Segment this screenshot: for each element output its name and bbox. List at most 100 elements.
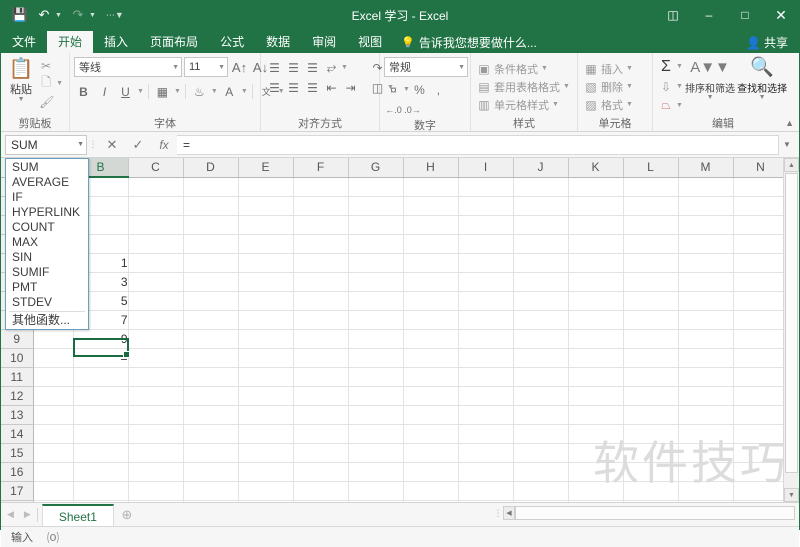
cell-d8[interactable] bbox=[183, 310, 239, 330]
cell-h14[interactable] bbox=[403, 424, 459, 444]
cell-c4[interactable] bbox=[128, 234, 184, 254]
cell-c5[interactable] bbox=[128, 253, 184, 273]
cell-b12[interactable] bbox=[73, 386, 129, 406]
vertical-scrollbar[interactable]: ▲ ▼ bbox=[783, 158, 799, 502]
cell-j16[interactable] bbox=[513, 462, 569, 482]
cell-k6[interactable] bbox=[568, 272, 624, 292]
cell-c8[interactable] bbox=[128, 310, 184, 330]
horizontal-scroll-thumb[interactable] bbox=[515, 506, 795, 520]
cell-l12[interactable] bbox=[623, 386, 679, 406]
confirm-formula-icon[interactable]: ✓ bbox=[125, 135, 151, 155]
cell-c2[interactable] bbox=[128, 196, 184, 216]
cell-m10[interactable] bbox=[678, 348, 734, 368]
copy-button[interactable]: 🗋 ▼ bbox=[37, 75, 65, 92]
row-header-10[interactable]: 10 bbox=[1, 348, 34, 368]
align-center-icon[interactable]: ☰ bbox=[284, 78, 303, 97]
bold-button[interactable]: B bbox=[74, 82, 93, 101]
cell-k16[interactable] bbox=[568, 462, 624, 482]
row-header-12[interactable]: 12 bbox=[1, 386, 34, 406]
orientation-icon[interactable]: ⥂ bbox=[322, 58, 341, 77]
cell-g13[interactable] bbox=[348, 405, 404, 425]
cell-g14[interactable] bbox=[348, 424, 404, 444]
column-header-k[interactable]: K bbox=[568, 158, 624, 178]
name-box-dropdown-item-if[interactable]: IF bbox=[6, 190, 88, 205]
cell-k12[interactable] bbox=[568, 386, 624, 406]
cell-h1[interactable] bbox=[403, 177, 459, 197]
sort-filter-chevron-down-icon[interactable]: ▼ bbox=[707, 94, 714, 101]
increase-font-size-icon[interactable]: A↑ bbox=[230, 58, 249, 77]
cell-n13[interactable] bbox=[733, 405, 789, 425]
cell-k7[interactable] bbox=[568, 291, 624, 311]
cell-e3[interactable] bbox=[238, 215, 294, 235]
cell-k1[interactable] bbox=[568, 177, 624, 197]
cell-l16[interactable] bbox=[623, 462, 679, 482]
cell-i10[interactable] bbox=[458, 348, 514, 368]
paste-chevron-down-icon[interactable]: ▼ bbox=[18, 96, 25, 103]
borders-chevron-down-icon[interactable]: ▼ bbox=[174, 88, 181, 95]
cell-a9[interactable] bbox=[33, 329, 74, 349]
conditional-chevron-down-icon[interactable]: ▼ bbox=[541, 65, 548, 72]
tab-home[interactable]: 开始 bbox=[47, 31, 94, 53]
column-header-d[interactable]: D bbox=[183, 158, 239, 178]
name-box-dropdown-item-sum[interactable]: SUM bbox=[6, 160, 88, 175]
cell-j15[interactable] bbox=[513, 443, 569, 463]
cell-b13[interactable] bbox=[73, 405, 129, 425]
cell-e4[interactable] bbox=[238, 234, 294, 254]
font-color-icon[interactable]: A bbox=[220, 82, 239, 101]
cell-m4[interactable] bbox=[678, 234, 734, 254]
row-header-17[interactable]: 17 bbox=[1, 481, 34, 501]
cell-d4[interactable] bbox=[183, 234, 239, 254]
cell-k5[interactable] bbox=[568, 253, 624, 273]
fill-color-chevron-down-icon[interactable]: ▼ bbox=[211, 88, 218, 95]
cell-a11[interactable] bbox=[33, 367, 74, 387]
cell-h16[interactable] bbox=[403, 462, 459, 482]
cell-m15[interactable] bbox=[678, 443, 734, 463]
align-bottom-icon[interactable]: ☰ bbox=[303, 58, 322, 77]
cell-k4[interactable] bbox=[568, 234, 624, 254]
cell-j1[interactable] bbox=[513, 177, 569, 197]
cell-f9[interactable] bbox=[293, 329, 349, 349]
decrease-indent-icon[interactable]: ⇤ bbox=[322, 78, 341, 97]
cell-j13[interactable] bbox=[513, 405, 569, 425]
italic-button[interactable]: I bbox=[95, 82, 114, 101]
cut-button[interactable]: ✂ bbox=[37, 57, 65, 74]
cell-j11[interactable] bbox=[513, 367, 569, 387]
hscroll-grip[interactable]: ⋮ bbox=[493, 508, 503, 518]
cell-e16[interactable] bbox=[238, 462, 294, 482]
column-header-e[interactable]: E bbox=[238, 158, 294, 178]
cell-d7[interactable] bbox=[183, 291, 239, 311]
currency-chevron-down-icon[interactable]: ▼ bbox=[403, 86, 410, 93]
cell-j7[interactable] bbox=[513, 291, 569, 311]
cell-l6[interactable] bbox=[623, 272, 679, 292]
cell-n16[interactable] bbox=[733, 462, 789, 482]
orientation-chevron-down-icon[interactable]: ▼ bbox=[341, 64, 348, 71]
cell-b10[interactable]: = bbox=[73, 348, 129, 368]
cell-g9[interactable] bbox=[348, 329, 404, 349]
font-family-chevron-down-icon[interactable]: ▼ bbox=[169, 64, 179, 71]
cell-e6[interactable] bbox=[238, 272, 294, 292]
cell-m2[interactable] bbox=[678, 196, 734, 216]
cell-n1[interactable] bbox=[733, 177, 789, 197]
cell-d11[interactable] bbox=[183, 367, 239, 387]
paste-button[interactable]: 📋 粘贴 ▼ bbox=[5, 56, 37, 103]
cell-j2[interactable] bbox=[513, 196, 569, 216]
column-header-l[interactable]: L bbox=[623, 158, 679, 178]
ribbon-display-options-icon[interactable]: ◫ bbox=[655, 1, 691, 29]
cell-f5[interactable] bbox=[293, 253, 349, 273]
conditional-formatting-button[interactable]: ▣ 条件格式 ▼ bbox=[475, 60, 572, 77]
cell-h12[interactable] bbox=[403, 386, 459, 406]
cell-g8[interactable] bbox=[348, 310, 404, 330]
cell-j3[interactable] bbox=[513, 215, 569, 235]
cell-e10[interactable] bbox=[238, 348, 294, 368]
sheet-tab-sheet1[interactable]: Sheet1 bbox=[41, 503, 114, 526]
cell-c14[interactable] bbox=[128, 424, 184, 444]
scroll-down-icon[interactable]: ▼ bbox=[784, 488, 799, 502]
vertical-scroll-thumb[interactable] bbox=[785, 173, 798, 473]
name-box-chevron-down-icon[interactable]: ▼ bbox=[77, 141, 84, 148]
redo-icon[interactable]: ↷ bbox=[67, 5, 89, 25]
cell-f1[interactable] bbox=[293, 177, 349, 197]
cell-e14[interactable] bbox=[238, 424, 294, 444]
redo-chevron-down-icon[interactable]: ▼ bbox=[89, 12, 96, 19]
cell-d5[interactable] bbox=[183, 253, 239, 273]
tab-insert[interactable]: 插入 bbox=[93, 31, 139, 53]
